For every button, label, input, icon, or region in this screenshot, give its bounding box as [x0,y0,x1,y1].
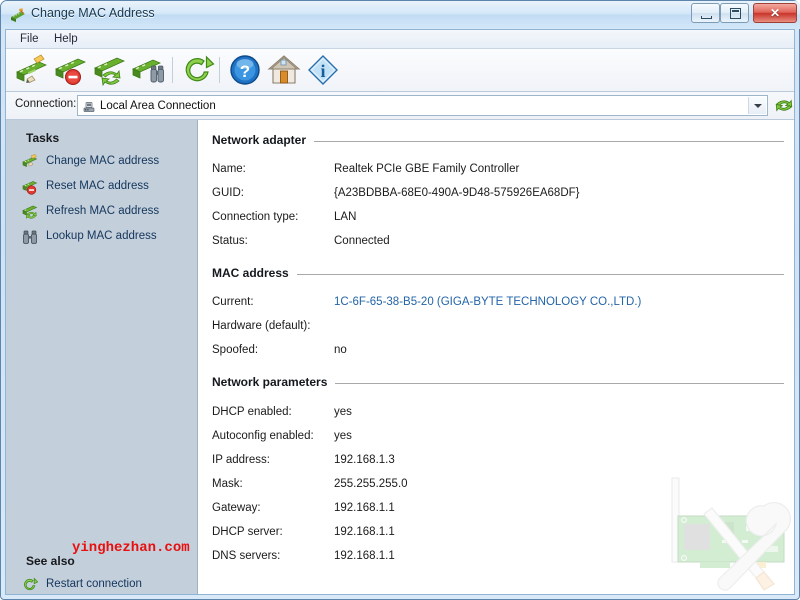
row-label: Status: [212,235,248,247]
details-panel: Network adapter Name: Realtek PCIe GBE F… [198,120,794,594]
row-label: DNS servers: [212,550,281,562]
row-value: LAN [334,211,357,223]
refresh-connections-icon [775,99,793,112]
card-stop-icon [22,179,38,195]
maximize-glyph [730,8,741,19]
maximize-button[interactable] [720,3,749,23]
menu-help[interactable]: Help [49,32,83,47]
home-icon [267,55,301,84]
connection-selected-value: Local Area Connection [100,100,216,112]
row-value: 192.168.1.3 [334,454,395,466]
toolbar-restart-connection-button[interactable] [180,53,216,88]
section-mac-address: MAC address [212,266,784,282]
card-stop-icon [55,58,86,85]
row-value: yes [334,406,352,418]
row-value: no [334,344,347,356]
menu-file[interactable]: File [15,32,44,47]
row-label: Spoofed: [212,344,259,356]
row-label: Name: [212,163,246,175]
toolbar-home-button[interactable] [266,53,302,88]
row-value: Connected [334,235,390,247]
sidebar-item-label: Reset MAC address [46,180,149,192]
toolbar-lookup-mac-address-button[interactable] [131,53,167,88]
chevron-down-icon[interactable] [748,97,766,114]
row-label: DHCP server: [212,526,283,538]
toolbar-refresh-mac-address-button[interactable] [92,53,128,88]
card-refresh-icon [94,57,125,87]
toolbar-change-mac-address-button[interactable] [14,53,50,88]
row-value: Realtek PCIe GBE Family Controller [334,163,520,175]
close-icon: ✕ [769,6,781,20]
network-card-tools-illustration [660,474,792,594]
sidebar-item-label: Lookup MAC address [46,230,157,242]
window-network-card-icon [10,8,26,24]
toolbar-separator [172,57,173,83]
current-mac-address-value[interactable]: 1C-6F-65-38-B5-20 (GIGA-BYTE TECHNOLOGY … [334,296,641,308]
section-network-adapter: Network adapter [212,133,784,149]
sidebar-item-label: Refresh MAC address [46,205,160,217]
close-button[interactable]: ✕ [753,3,797,23]
sidebar-item-label: Change MAC address [46,155,160,167]
row-value: 192.168.1.1 [334,550,395,562]
see-also-heading: See also [26,554,75,568]
blue-question-icon: ? [230,55,260,85]
card-refresh-icon [22,204,38,220]
row-label: Hardware (default): [212,320,311,332]
application-window: Change MAC Address ✕ File Help ? i Conne… [0,0,800,600]
toolbar-about-button[interactable]: i [305,53,341,88]
row-label: Autoconfig enabled: [212,430,314,442]
section-network-parameters: Network parameters [212,375,784,391]
row-label: IP address: [212,454,270,466]
sidebar-item-label: Restart connection [46,578,142,590]
tasks-heading: Tasks [26,131,60,145]
row-label: DHCP enabled: [212,406,292,418]
card-binoculars-icon [132,59,164,83]
refresh-connections-button[interactable] [774,95,794,115]
section-divider [212,274,784,275]
connection-label: Connection: [15,98,77,110]
toolbar: ? i [6,49,794,92]
row-label: Gateway: [212,502,261,514]
green-refresh-icon [22,577,39,593]
row-value: 255.255.255.0 [334,478,408,490]
green-refresh-icon [185,55,215,82]
window-title: Change MAC Address [31,6,155,20]
card-pencil-icon [16,54,47,83]
toolbar-help-button[interactable]: ? [227,53,263,88]
connection-bar: Connection: Local Area Connection [6,92,794,120]
row-value: 192.168.1.1 [334,502,395,514]
window-client-area: File Help ? i Connection: Local Area Con… [5,29,795,595]
minimize-glyph [701,16,712,19]
section-title: MAC address [212,266,297,280]
site-watermark: yinghezhan.com [72,540,190,556]
row-label: Connection type: [212,211,299,223]
row-value: {A23BDBBA-68E0-490A-9D48-575926EA68DF} [334,187,580,199]
row-label: Mask: [212,478,243,490]
card-pencil-icon [22,154,38,170]
row-label: Current: [212,296,254,308]
menu-bar: File Help [6,30,794,49]
info-diamond-icon: i [308,55,338,85]
toolbar-separator-2 [219,57,220,83]
section-title: Network parameters [212,375,336,389]
tasks-sidebar: Tasks Change MAC address Reset MAC addre… [6,120,198,594]
connection-select[interactable]: Local Area Connection [77,95,768,116]
svg-text:?: ? [240,62,250,81]
row-label: GUID: [212,187,244,199]
network-connection-icon [82,99,96,113]
svg-text:i: i [320,61,325,81]
row-value: 192.168.1.1 [334,526,395,538]
minimize-button[interactable] [691,3,720,23]
toolbar-reset-mac-address-button[interactable] [53,53,89,88]
binoculars-icon [22,229,38,245]
row-value: yes [334,430,352,442]
section-title: Network adapter [212,133,315,147]
title-bar: Change MAC Address ✕ [1,1,800,29]
